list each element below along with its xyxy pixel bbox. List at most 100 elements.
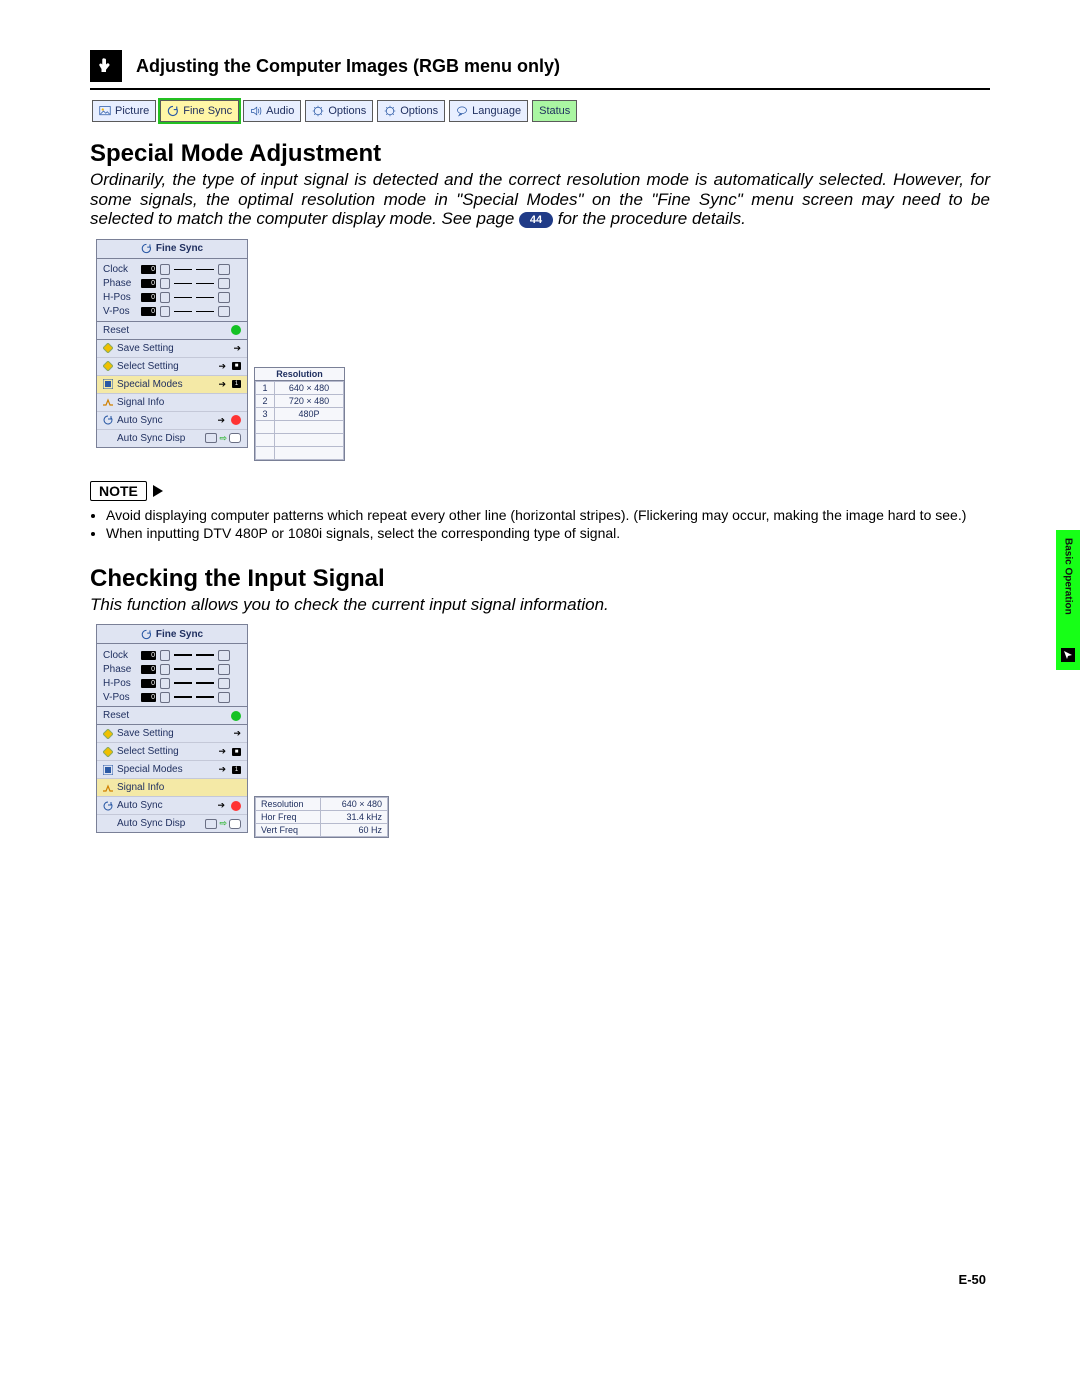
chevron-right-icon: ➔ bbox=[218, 361, 226, 372]
tab-audio[interactable]: Audio bbox=[243, 100, 301, 122]
page-reference: 44 bbox=[519, 212, 553, 228]
sync-icon bbox=[103, 801, 113, 811]
menu-save-setting[interactable]: Save Setting➔ bbox=[97, 339, 247, 357]
tab-language[interactable]: Language bbox=[449, 100, 528, 122]
chevron-right-icon: ➔ bbox=[218, 746, 226, 757]
side-tab-label: Basic Operation bbox=[1063, 538, 1074, 615]
modes-icon bbox=[103, 765, 113, 775]
signal-info-popup: Resolution640 × 480 Hor Freq31.4 kHz Ver… bbox=[254, 796, 389, 838]
chevron-right-icon: ➔ bbox=[218, 379, 226, 390]
fine-sync-menu: Fine Sync Clock0 Phase0 H-Pos0 V-Pos0 Re… bbox=[96, 239, 248, 448]
diamond-icon bbox=[103, 747, 113, 757]
options-icon bbox=[312, 105, 324, 117]
tab-label: Fine Sync bbox=[183, 105, 232, 117]
sync-icon bbox=[167, 105, 179, 117]
reset-icon bbox=[231, 711, 241, 721]
section-intro: Ordinarily, the type of input signal is … bbox=[90, 170, 990, 229]
slider-vpos[interactable]: V-Pos0 bbox=[103, 305, 243, 319]
tab-options-1[interactable]: Options bbox=[305, 100, 373, 122]
menu-select-setting[interactable]: Select Setting➔■ bbox=[97, 357, 247, 375]
menu-save-setting[interactable]: Save Setting➔ bbox=[97, 724, 247, 742]
menu-tabbar: Picture Fine Sync Audio Options Options … bbox=[92, 100, 990, 122]
menu-auto-sync-disp[interactable]: Auto Sync Disp⇨ bbox=[97, 814, 247, 832]
diamond-icon bbox=[103, 729, 113, 739]
slider-vpos[interactable]: V-Pos0 bbox=[103, 690, 243, 704]
list-item: When inputting DTV 480P or 1080i signals… bbox=[106, 525, 990, 541]
chevron-right-icon: ➔ bbox=[233, 343, 241, 354]
diamond-icon bbox=[103, 361, 113, 371]
tab-label: Options bbox=[400, 105, 438, 117]
tab-fine-sync[interactable]: Fine Sync bbox=[160, 100, 239, 122]
note-list: Avoid displaying computer patterns which… bbox=[90, 507, 990, 541]
chevron-right-icon: ➔ bbox=[218, 764, 226, 775]
slider-hpos[interactable]: H-Pos0 bbox=[103, 291, 243, 305]
signal-info-table: Resolution640 × 480 Hor Freq31.4 kHz Ver… bbox=[255, 797, 388, 837]
tab-label: Picture bbox=[115, 105, 149, 117]
slider-clock[interactable]: Clock0 bbox=[103, 648, 243, 662]
slider-clock[interactable]: Clock0 bbox=[103, 263, 243, 277]
tab-picture[interactable]: Picture bbox=[92, 100, 156, 122]
menu-special-modes[interactable]: Special Modes➔1 bbox=[97, 375, 247, 393]
slider-phase[interactable]: Phase0 bbox=[103, 662, 243, 676]
menu-special-modes[interactable]: Special Modes➔1 bbox=[97, 760, 247, 778]
table-row bbox=[256, 433, 344, 446]
table-row bbox=[256, 420, 344, 433]
slider-hpos[interactable]: H-Pos0 bbox=[103, 676, 243, 690]
page-number: E-50 bbox=[959, 1272, 986, 1287]
chevron-right-icon: ➔ bbox=[233, 728, 241, 739]
chevron-right-icon bbox=[153, 485, 163, 497]
section-intro: This function allows you to check the cu… bbox=[90, 595, 990, 615]
table-row: 2720 × 480 bbox=[256, 394, 344, 407]
fine-sync-menu: Fine Sync Clock0 Phase0 H-Pos0 V-Pos0 Re… bbox=[96, 624, 248, 833]
side-tab: Basic Operation bbox=[1056, 530, 1080, 670]
menu-signal-info[interactable]: Signal Info bbox=[97, 778, 247, 796]
chevron-right-icon: ➔ bbox=[217, 415, 225, 426]
table-row: 1640 × 480 bbox=[256, 381, 344, 394]
menu-auto-sync[interactable]: Auto Sync➔ bbox=[97, 796, 247, 814]
tab-label: Status bbox=[539, 105, 570, 117]
hand-icon bbox=[90, 50, 122, 82]
page-title: Adjusting the Computer Images (RGB menu … bbox=[136, 56, 560, 77]
note-label: NOTE bbox=[90, 481, 147, 501]
table-row: Resolution640 × 480 bbox=[256, 798, 388, 811]
tab-label: Options bbox=[328, 105, 366, 117]
tab-options-2[interactable]: Options bbox=[377, 100, 445, 122]
chevron-right-icon: ➔ bbox=[217, 800, 225, 811]
menu-auto-sync[interactable]: Auto Sync➔ bbox=[97, 411, 247, 429]
table-row bbox=[256, 446, 344, 459]
diamond-icon bbox=[103, 343, 113, 353]
off-icon bbox=[231, 801, 241, 811]
pointer-icon bbox=[1061, 648, 1075, 662]
audio-icon bbox=[250, 105, 262, 117]
sync-icon bbox=[141, 243, 152, 254]
slider-phase[interactable]: Phase0 bbox=[103, 277, 243, 291]
menu-header: Fine Sync bbox=[97, 240, 247, 259]
info-icon bbox=[103, 397, 113, 407]
resolution-table: 1640 × 480 2720 × 480 3480P bbox=[255, 381, 344, 460]
popup-header: Resolution bbox=[255, 368, 344, 381]
menu-select-setting[interactable]: Select Setting➔■ bbox=[97, 742, 247, 760]
menu-header: Fine Sync bbox=[97, 625, 247, 644]
tab-label: Audio bbox=[266, 105, 294, 117]
table-row: Hor Freq31.4 kHz bbox=[256, 811, 388, 824]
options-icon bbox=[384, 105, 396, 117]
language-icon bbox=[456, 105, 468, 117]
table-row: 3480P bbox=[256, 407, 344, 420]
menu-signal-info[interactable]: Signal Info bbox=[97, 393, 247, 411]
info-icon bbox=[103, 783, 113, 793]
picture-icon bbox=[99, 105, 111, 117]
off-icon bbox=[231, 415, 241, 425]
modes-icon bbox=[103, 379, 113, 389]
reset-icon bbox=[231, 325, 241, 335]
menu-auto-sync-disp[interactable]: Auto Sync Disp⇨ bbox=[97, 429, 247, 447]
sync-icon bbox=[103, 415, 113, 425]
section-heading: Special Mode Adjustment bbox=[90, 140, 990, 168]
table-row: Vert Freq60 Hz bbox=[256, 824, 388, 837]
section-heading: Checking the Input Signal bbox=[90, 565, 990, 593]
menu-reset[interactable]: Reset bbox=[97, 706, 247, 724]
menu-reset[interactable]: Reset bbox=[97, 321, 247, 339]
tab-status[interactable]: Status bbox=[532, 100, 577, 122]
divider bbox=[90, 88, 990, 90]
tab-label: Language bbox=[472, 105, 521, 117]
resolution-popup: Resolution 1640 × 480 2720 × 480 3480P bbox=[254, 367, 345, 461]
